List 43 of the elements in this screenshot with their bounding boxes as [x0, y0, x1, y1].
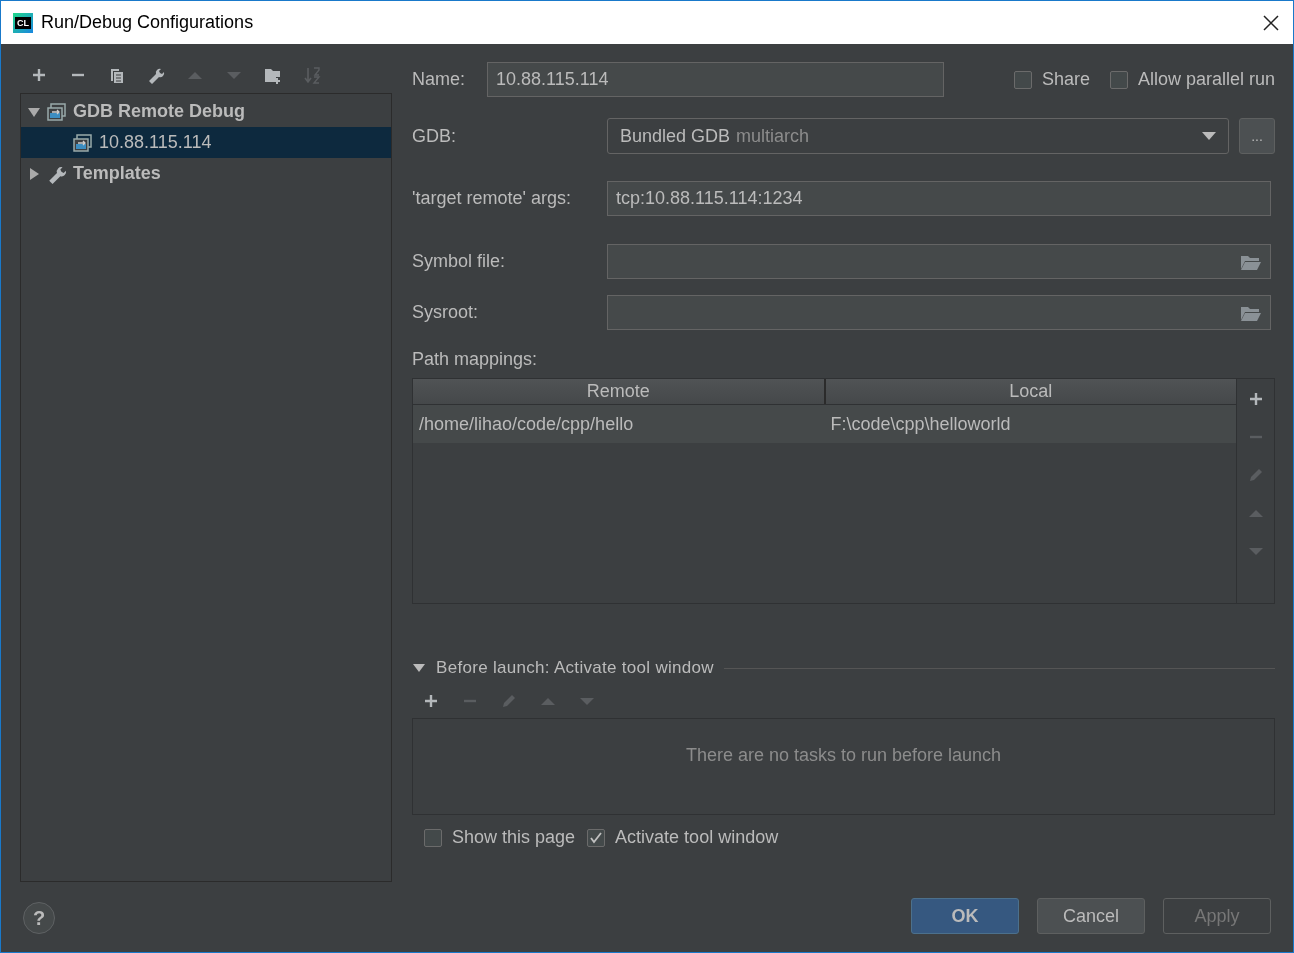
help-button[interactable]: ? — [23, 902, 55, 934]
app-logo: CL — [13, 12, 33, 33]
checkbox-label: Activate tool window — [615, 827, 779, 848]
section-label: Path mappings: — [412, 349, 539, 370]
checkbox[interactable] — [1109, 70, 1128, 89]
tree-item[interactable]: Templates — [21, 158, 391, 189]
table-cell-text: /home/lihao/code/cpp/hello — [418, 413, 635, 435]
symbol-file-field[interactable] — [607, 244, 1271, 279]
close-icon[interactable] — [1261, 12, 1281, 33]
browse-button[interactable]: ... — [1239, 118, 1275, 154]
checkbox[interactable] — [1013, 70, 1032, 89]
field-label: GDB: — [412, 125, 457, 147]
column-header[interactable]: Remote — [413, 379, 824, 404]
plus-icon[interactable] — [422, 692, 440, 710]
folder-add-icon[interactable] — [264, 66, 282, 84]
copy-icon[interactable] — [108, 66, 126, 84]
field-label: Symbol file: — [412, 251, 507, 272]
empty-message: There are no tasks to run before launch — [685, 745, 1002, 767]
checkbox-label: Allow parallel run — [1137, 69, 1275, 90]
table-cell-text: F:\code\cpp\helloworld — [829, 413, 1012, 435]
gdb-dropdown[interactable]: Bundled GDB multiarch — [607, 118, 1229, 154]
checkbox-label: Show this page — [452, 827, 576, 848]
config-icon — [73, 132, 93, 153]
collapsed-arrow-icon[interactable] — [27, 166, 41, 181]
dropdown-caret-icon[interactable] — [1202, 132, 1216, 140]
field-label: Name: — [412, 69, 466, 90]
wrench-icon[interactable] — [147, 66, 165, 84]
tree-item[interactable]: 10.88.115.114 — [21, 127, 391, 158]
field-label: Sysroot: — [412, 302, 480, 323]
checkbox[interactable] — [424, 828, 442, 847]
sysroot-field[interactable] — [607, 295, 1271, 330]
checkbox[interactable] — [587, 828, 606, 847]
plus-icon[interactable] — [30, 66, 48, 84]
name-field[interactable]: 10.88.115.114 — [487, 62, 944, 97]
tree-item[interactable]: GDB Remote Debug — [21, 96, 391, 127]
dialog-button[interactable]: Cancel — [1037, 898, 1145, 934]
section-title: Before launch: Activate tool window — [436, 658, 714, 678]
checkbox-label: Share — [1041, 69, 1090, 90]
args-field[interactable]: tcp:10.88.115.114:1234 — [607, 181, 1271, 216]
field-label: 'target remote' args: — [412, 188, 572, 209]
config-icon — [47, 101, 67, 122]
dialog-button[interactable]: OK — [911, 898, 1019, 934]
window-title: Run/Debug Configurations — [41, 12, 255, 33]
